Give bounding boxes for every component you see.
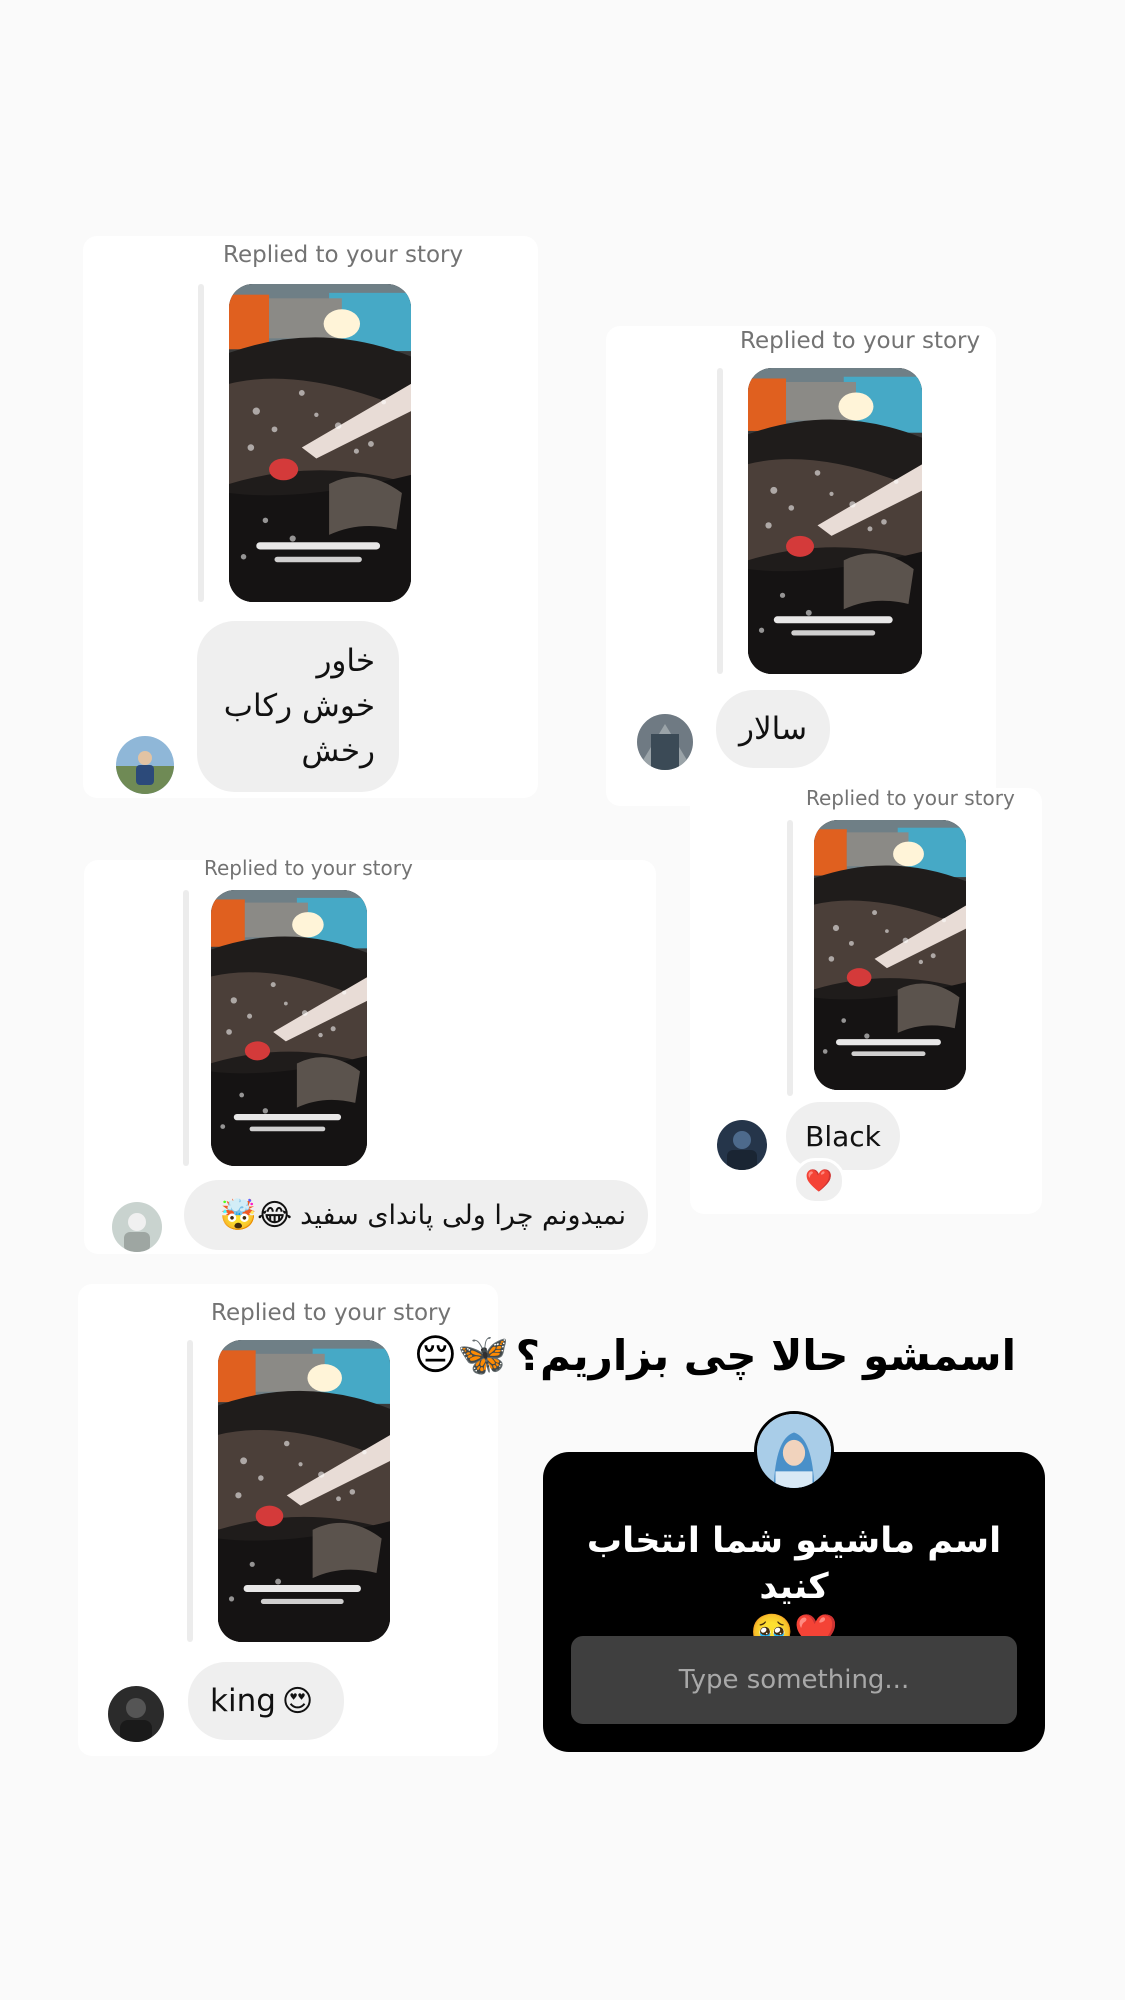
replied-label: Replied to your story — [223, 242, 464, 268]
story-thumbnail[interactable] — [814, 820, 966, 1090]
story-thumbnail[interactable] — [211, 890, 367, 1166]
message-bubble[interactable]: king 😍 — [188, 1662, 344, 1740]
replied-label: Replied to your story — [204, 856, 413, 880]
replied-label: Replied to your story — [211, 1300, 452, 1326]
quote-bar — [183, 890, 189, 1166]
message-bubble[interactable]: سالار — [716, 690, 830, 768]
story-thumbnail[interactable] — [218, 1340, 390, 1642]
story-reply-card-4: Replied to your story نمیدونم چرا ولی پا… — [84, 856, 656, 1254]
quote-bar — [198, 284, 204, 602]
story-reply-card-2: Replied to your story سالار — [606, 326, 996, 806]
message-line: خوش رکاب — [223, 688, 375, 724]
message-text: نمیدونم چرا ولی پاندای سفید — [300, 1199, 626, 1231]
avatar[interactable] — [637, 714, 693, 770]
avatar[interactable] — [717, 1120, 767, 1170]
headline: اسمشو حالا چی بزاریم؟ 🦋😔 — [413, 1330, 1016, 1380]
story-thumbnail[interactable] — [748, 368, 922, 674]
message-bubble[interactable]: نمیدونم چرا ولی پاندای سفید 😂🤯 — [184, 1180, 648, 1250]
quote-bar — [787, 820, 793, 1096]
question-prompt-text: اسم ماشینو شما انتخاب کنید — [586, 1521, 1002, 1607]
avatar[interactable] — [116, 736, 174, 794]
headline-text: اسمشو حالا چی بزاریم؟ — [515, 1330, 1016, 1380]
heart-reaction-icon[interactable]: ❤️ — [793, 1158, 845, 1204]
message-line: رخش — [301, 733, 375, 769]
message-text: سالار — [738, 711, 808, 747]
sticker-avatar — [754, 1411, 834, 1491]
question-sticker[interactable]: اسم ماشینو شما انتخاب کنید ❤️🥹 Type some… — [543, 1452, 1045, 1752]
butterfly-emoji-icon: 🦋😔 — [413, 1330, 510, 1379]
quote-bar — [717, 368, 723, 674]
message-text: king — [210, 1683, 276, 1719]
message-bubble[interactable]: Black — [786, 1102, 900, 1170]
message-line: خاور — [316, 643, 375, 679]
quote-bar — [187, 1340, 193, 1642]
replied-label: Replied to your story — [740, 328, 981, 354]
message-text: Black — [805, 1119, 881, 1153]
avatar[interactable] — [112, 1202, 162, 1252]
message-bubble[interactable]: خاور خوش رکاب رخش — [197, 621, 399, 792]
story-thumbnail[interactable] — [229, 284, 411, 602]
laughing-emoji-icon: 😂🤯 — [219, 1197, 293, 1233]
heart-eyes-emoji-icon: 😍 — [281, 1683, 314, 1719]
story-reply-card-3: Replied to your story Black ❤️ — [690, 786, 1042, 1214]
question-answer-input[interactable]: Type something... — [571, 1636, 1017, 1724]
replied-label: Replied to your story — [806, 786, 1015, 810]
avatar[interactable] — [108, 1686, 164, 1742]
story-reply-card-1: Replied to your story خاور خوش رکاب رخش — [83, 236, 538, 798]
